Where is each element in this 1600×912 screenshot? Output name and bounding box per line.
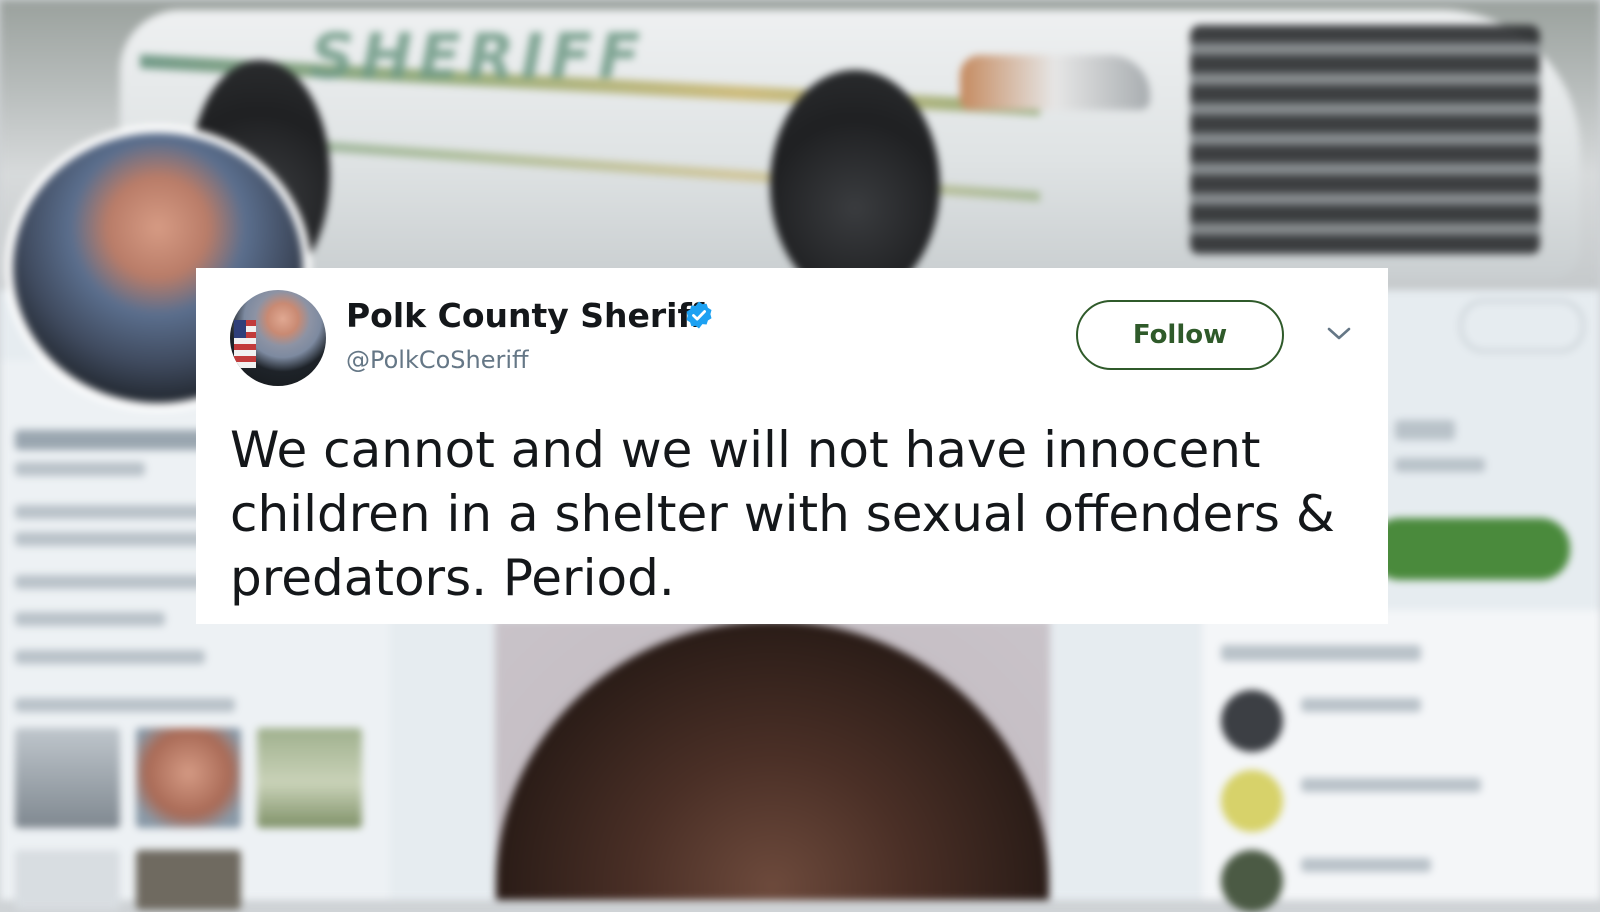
verified-badge-icon xyxy=(686,301,712,329)
blurred-text-line xyxy=(15,462,145,476)
background-signup-button xyxy=(1370,518,1570,580)
blurred-text-line xyxy=(1395,420,1455,440)
media-thumbnail xyxy=(136,728,241,828)
car-push-bumper xyxy=(1190,25,1540,255)
media-thumbnail xyxy=(257,728,362,828)
author-avatar[interactable] xyxy=(230,290,326,386)
suggested-account-avatar xyxy=(1221,690,1283,752)
author-handle[interactable]: @PolkCoSheriff xyxy=(346,346,529,374)
suggested-account-avatar xyxy=(1221,850,1283,912)
blurred-text-line xyxy=(15,698,235,712)
car-wheel xyxy=(770,70,940,290)
mugshot-photo xyxy=(495,620,1050,900)
background-follow-button xyxy=(1460,300,1584,352)
blurred-text-line xyxy=(1221,645,1421,661)
blurred-text-line xyxy=(1301,698,1421,712)
blurred-text-line xyxy=(15,575,205,589)
blurred-text-line xyxy=(1395,458,1485,472)
blurred-text-line xyxy=(1301,778,1481,792)
flag-canton xyxy=(234,320,246,338)
blurred-text-line xyxy=(15,612,165,626)
tweet-text: We cannot and we will not have innocent … xyxy=(230,421,1335,607)
banner-car-lettering: SHERIFF xyxy=(310,20,647,93)
media-thumbnail xyxy=(15,728,120,828)
chevron-down-icon[interactable] xyxy=(1326,326,1352,342)
suggested-account-avatar xyxy=(1221,770,1283,832)
blurred-text-line xyxy=(15,650,205,664)
author-name[interactable]: Polk County Sheriff xyxy=(346,296,704,335)
media-thumbnail xyxy=(15,850,120,910)
blurred-text-line xyxy=(1301,858,1431,872)
follow-button[interactable]: Follow xyxy=(1076,300,1284,370)
tweet-card: Polk County Sheriff @PolkCoSheriff Follo… xyxy=(196,268,1388,624)
media-thumbnail xyxy=(136,850,241,910)
blurred-text-line xyxy=(15,430,225,450)
car-headlight xyxy=(960,55,1150,110)
you-may-also-like-panel xyxy=(1200,610,1600,912)
